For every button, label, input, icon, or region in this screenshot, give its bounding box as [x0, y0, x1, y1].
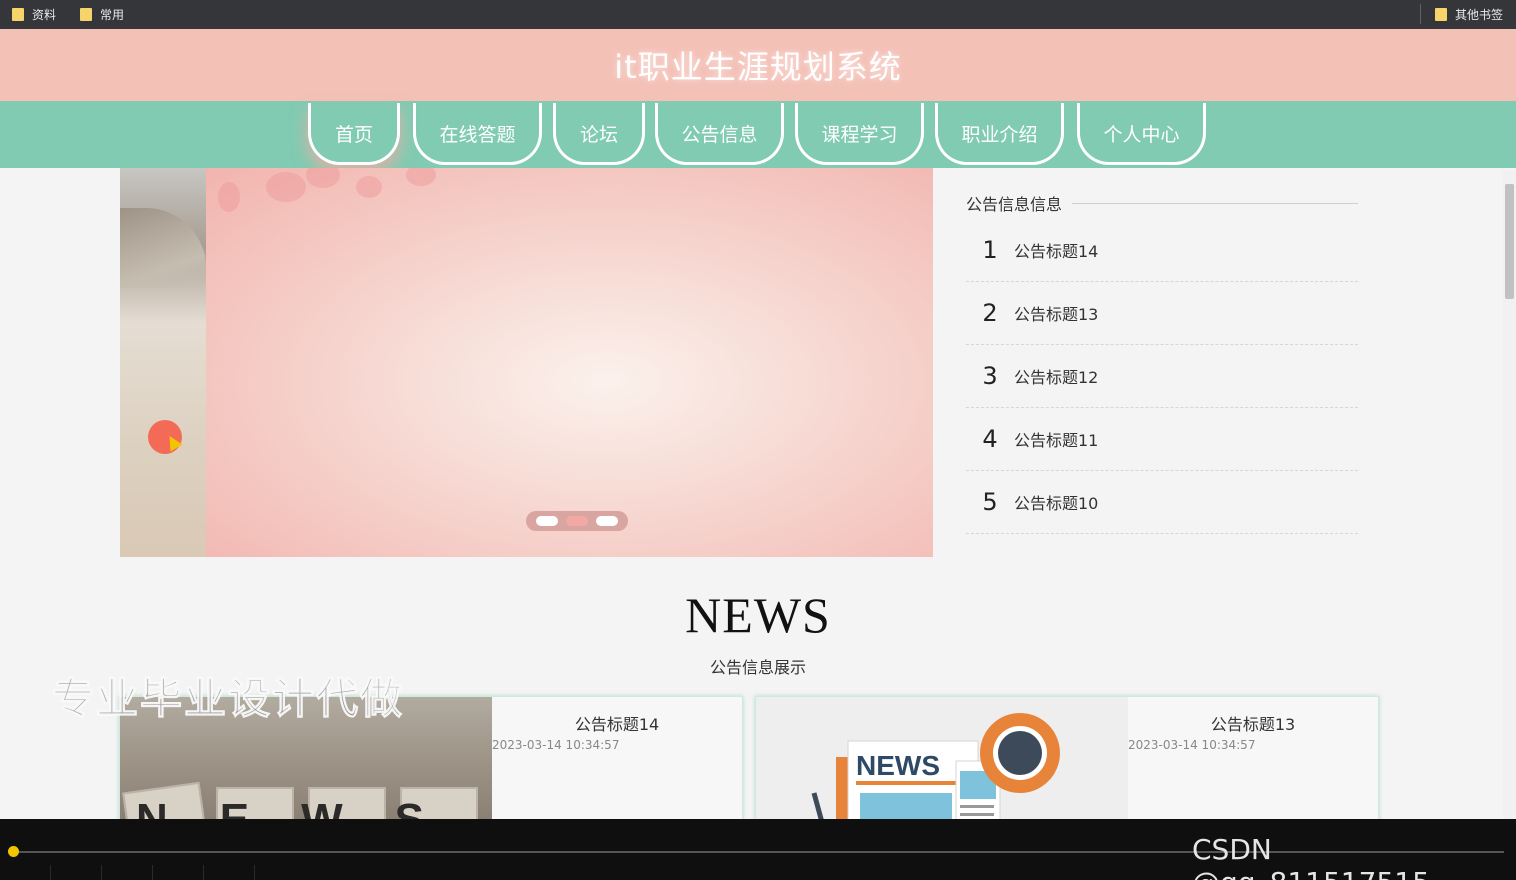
- notice-number: 1: [982, 236, 998, 264]
- notice-number: 4: [982, 425, 998, 453]
- main-nav: 首页 在线答题 论坛 公告信息 课程学习 职业介绍 个人中心: [0, 101, 1516, 168]
- notice-title: 公告标题11: [1014, 431, 1099, 450]
- nav-item-home[interactable]: 首页: [308, 103, 400, 165]
- carousel-slide-current: [206, 168, 933, 557]
- newspaper-illustration: NEWS: [811, 713, 1060, 819]
- site-title: it职业生涯规划系统: [614, 48, 902, 86]
- news-title: 公告标题13: [1210, 715, 1296, 734]
- blossom-decoration: [266, 172, 306, 202]
- nav-item-announcements[interactable]: 公告信息: [655, 103, 784, 165]
- player-controls: [0, 865, 255, 880]
- notice-list-item[interactable]: 4 公告标题11: [966, 408, 1358, 471]
- notice-number: 2: [982, 299, 998, 327]
- bookmark-folder-ziliao[interactable]: 资料: [12, 0, 56, 29]
- blossom-decoration: [356, 176, 382, 198]
- video-player-bar: CSDN @qq_811517515: [0, 819, 1516, 880]
- bookmark-label: 资料: [32, 8, 57, 22]
- news-card[interactable]: NEWS 公告标题13 2023-03-14 10:34:57: [755, 696, 1379, 819]
- divider: [1072, 203, 1358, 204]
- notice-section-title: 公告信息信息: [966, 195, 1063, 214]
- csdn-credit: CSDN @qq_811517515: [1192, 833, 1430, 880]
- carousel-dot[interactable]: [596, 516, 618, 526]
- nav-item-online-quiz[interactable]: 在线答题: [413, 103, 542, 165]
- news-card-body: 公告标题14 2023-03-14 10:34:57: [492, 697, 742, 819]
- nav-item-courses[interactable]: 课程学习: [795, 103, 924, 165]
- carousel-dot[interactable]: [536, 516, 558, 526]
- bookmark-divider: [1420, 4, 1421, 24]
- notice-list-item[interactable]: 1 公告标题14: [966, 219, 1358, 282]
- bookmark-folder-other[interactable]: 其他书签: [1435, 0, 1503, 29]
- blossom-decoration: [406, 168, 436, 186]
- thumbnail-text: NEWS: [136, 795, 476, 819]
- scrollbar-thumb[interactable]: [1505, 184, 1514, 299]
- news-thumbnail: NEWS: [756, 697, 1128, 819]
- bookmarks-bar: 资料 常用 其他书签: [0, 0, 1516, 29]
- folder-icon: [80, 8, 92, 21]
- notice-number: 5: [982, 488, 998, 516]
- notice-list-item[interactable]: 2 公告标题13: [966, 282, 1358, 345]
- news-card-body: 公告标题13 2023-03-14 10:34:57: [1128, 697, 1378, 819]
- player-tab[interactable]: [0, 865, 51, 880]
- carousel-dot-active[interactable]: [566, 516, 588, 526]
- nav-item-profile[interactable]: 个人中心: [1077, 103, 1206, 165]
- notice-title: 公告标题13: [1014, 305, 1099, 324]
- notice-number: 3: [982, 362, 998, 390]
- notice-list-item[interactable]: 3 公告标题12: [966, 345, 1358, 408]
- bookmark-folder-changyong[interactable]: 常用: [80, 0, 124, 29]
- watermark-text: 专业毕业设计代做: [51, 674, 405, 724]
- page-scrollbar[interactable]: [1503, 170, 1516, 819]
- player-tab[interactable]: [102, 865, 153, 880]
- player-tab[interactable]: [153, 865, 204, 880]
- notice-title: 公告标题10: [1014, 494, 1099, 513]
- notice-title: 公告标题12: [1014, 368, 1099, 387]
- carousel-slide-previous: [120, 168, 206, 557]
- nav-item-careers[interactable]: 职业介绍: [935, 103, 1064, 165]
- landscape-image: [120, 208, 206, 288]
- bookmark-label: 其他书签: [1455, 8, 1504, 22]
- player-tab[interactable]: [51, 865, 102, 880]
- progress-knob[interactable]: [8, 846, 19, 857]
- news-date: 2023-03-14 10:34:57: [492, 738, 620, 752]
- news-date: 2023-03-14 10:34:57: [1128, 738, 1256, 752]
- page-viewport: it职业生涯规划系统 首页 在线答题 论坛 公告信息 课程学习 职业介绍 个人中…: [0, 29, 1516, 819]
- thumbnail-text: NEWS: [856, 750, 940, 781]
- banner-carousel[interactable]: [120, 168, 933, 557]
- site-header: it职业生涯规划系统: [0, 29, 1516, 101]
- blossom-decoration: [218, 182, 240, 212]
- notice-list-item[interactable]: 5 公告标题10: [966, 471, 1358, 534]
- news-title: 公告标题14: [574, 715, 660, 734]
- folder-icon: [1435, 8, 1447, 21]
- bookmark-label: 常用: [100, 8, 125, 22]
- news-heading: NEWS: [685, 587, 831, 643]
- folder-icon: [12, 8, 24, 21]
- notice-title: 公告标题14: [1014, 242, 1099, 261]
- blossom-decoration: [306, 168, 340, 188]
- nav-item-forum[interactable]: 论坛: [553, 103, 645, 165]
- player-tab[interactable]: [204, 865, 255, 880]
- carousel-indicators: [526, 511, 628, 531]
